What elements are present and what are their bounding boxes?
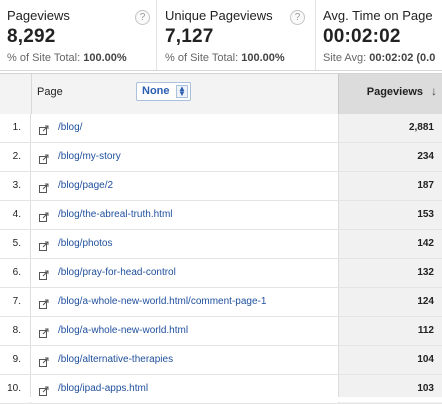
open-external-icon[interactable] [39, 151, 49, 164]
metric-subtext: % of Site Total: 100.00% [7, 52, 156, 64]
open-external-icon[interactable] [39, 325, 49, 338]
page-column-header[interactable]: Page [37, 86, 63, 98]
metric-subtext: % of Site Total: 100.00% [165, 52, 315, 64]
table-row[interactable]: 6. /blog/pray-for-head-control 132 [0, 259, 442, 288]
open-external-icon[interactable] [39, 122, 49, 135]
page-link[interactable]: /blog/photos [58, 230, 113, 258]
pageviews-value: 2,881 [338, 114, 442, 142]
chevron-up-down-icon: ▲ ▼ [176, 85, 188, 98]
metric-subtext: Site Avg: 00:02:02 (0.0 [323, 52, 442, 64]
open-external-icon[interactable] [39, 180, 49, 193]
metric-title: Avg. Time on Page [323, 8, 433, 23]
secondary-dimension-select[interactable]: None ▲ ▼ [136, 82, 191, 101]
table-row[interactable]: 8. /blog/a-whole-new-world.html 112 [0, 317, 442, 346]
row-index: 3. [0, 172, 31, 200]
sort-descending-icon: ↓ [431, 84, 437, 98]
open-external-icon[interactable] [39, 238, 49, 251]
metric-avg-time-on-page[interactable]: Avg. Time on Page 00:02:02 Site Avg: 00:… [316, 0, 442, 70]
page-link[interactable]: /blog/my-story [58, 143, 121, 171]
page-link[interactable]: /blog/a-whole-new-world.html/comment-pag… [58, 288, 266, 316]
row-index: 4. [0, 201, 31, 229]
pageviews-value: 187 [338, 172, 442, 200]
pageviews-header-label: Pageviews [366, 86, 423, 98]
page-link[interactable]: /blog/the-abreal-truth.html [58, 201, 173, 229]
open-external-icon[interactable] [39, 267, 49, 280]
metric-sub-label: % of Site Total: [165, 52, 239, 64]
open-external-icon[interactable] [39, 354, 49, 367]
metrics-summary: Pageviews 8,292 % of Site Total: 100.00%… [0, 0, 442, 71]
pageviews-value: 104 [338, 346, 442, 374]
open-external-icon[interactable] [39, 209, 49, 222]
pageviews-value: 124 [338, 288, 442, 316]
table-row[interactable]: 3. /blog/page/2 187 [0, 172, 442, 201]
row-index: 7. [0, 288, 31, 316]
table-row[interactable]: 7. /blog/a-whole-new-world.html/comment-p… [0, 288, 442, 317]
row-index: 8. [0, 317, 31, 345]
pageviews-value: 132 [338, 259, 442, 287]
pageviews-value: 142 [338, 230, 442, 258]
table-row[interactable]: 9. /blog/alternative-therapies 104 [0, 346, 442, 375]
help-icon[interactable]: ? [290, 10, 305, 25]
row-index: 2. [0, 143, 31, 171]
page-link[interactable]: /blog/ [58, 114, 82, 142]
table-row[interactable]: 1. /blog/2,881 [0, 114, 442, 143]
metric-sub-value: 100.00% [83, 52, 127, 64]
page-link[interactable]: /blog/a-whole-new-world.html [58, 317, 188, 345]
table-row[interactable]: 5. /blog/photos 142 [0, 230, 442, 259]
page-link[interactable]: /blog/page/2 [58, 172, 113, 200]
help-icon[interactable]: ? [135, 10, 150, 25]
row-index: 6. [0, 259, 31, 287]
metric-sub-label: % of Site Total: [7, 52, 81, 64]
table-row[interactable]: 4. /blog/the-abreal-truth.html 153 [0, 201, 442, 230]
metric-pageviews[interactable]: Pageviews 8,292 % of Site Total: 100.00%… [0, 0, 157, 70]
table-header: Page None ▲ ▼ Pageviews ↓ [0, 73, 442, 115]
metric-unique-pageviews[interactable]: Unique Pageviews 7,127 % of Site Total: … [158, 0, 316, 70]
index-header-cell [0, 74, 32, 114]
row-index: 9. [0, 346, 31, 374]
open-external-icon[interactable] [39, 296, 49, 309]
pageviews-value: 153 [338, 201, 442, 229]
metric-sub-value: 100.00% [241, 52, 285, 64]
metric-value: 7,127 [165, 26, 214, 47]
open-external-icon[interactable] [39, 383, 49, 396]
pageviews-column-header[interactable]: Pageviews ↓ [338, 74, 442, 114]
metric-sub-value: 00:02:02 (0.0 [369, 52, 436, 64]
row-index: 5. [0, 230, 31, 258]
page-link[interactable]: /blog/pray-for-head-control [58, 259, 176, 287]
metric-sub-label: Site Avg: [323, 52, 367, 64]
pageviews-value: 112 [338, 317, 442, 345]
metric-value: 8,292 [7, 26, 56, 47]
metric-title: Pageviews [7, 8, 70, 23]
secondary-dimension-value: None [142, 85, 170, 97]
page-link[interactable]: /blog/alternative-therapies [58, 346, 173, 374]
table-bottom-edge [0, 397, 442, 402]
row-index: 1. [0, 114, 31, 142]
pageviews-value: 234 [338, 143, 442, 171]
table-row[interactable]: 2. /blog/my-story 234 [0, 143, 442, 172]
metric-value: 00:02:02 [323, 26, 401, 47]
